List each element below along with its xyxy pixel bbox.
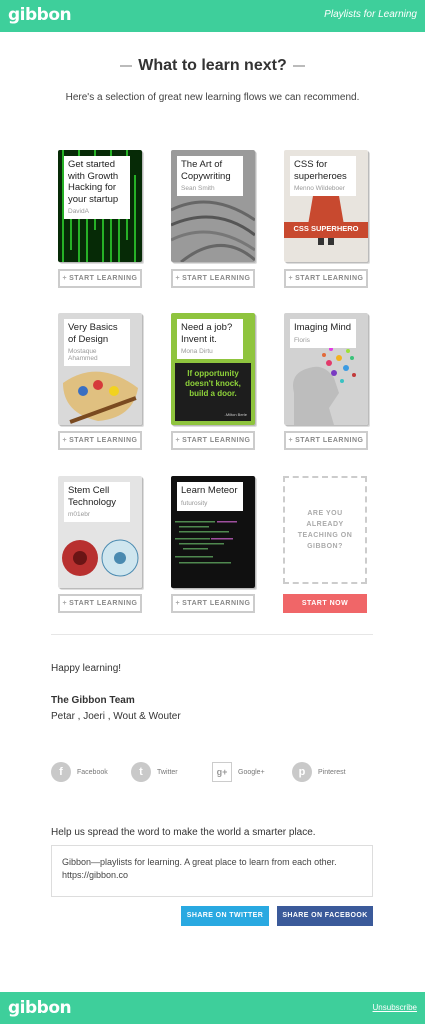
- card-image-quote-author: -Milton Berle: [224, 412, 247, 417]
- social-google-plus[interactable]: g+ Google+: [212, 762, 265, 782]
- card-basics-of-design[interactable]: Very Basics of Design Mostaque Ahammed: [58, 313, 142, 425]
- plus-icon: +: [175, 437, 181, 444]
- card-image-quote-text: If opportunity doesn't knock, build a do…: [185, 369, 241, 398]
- pinterest-icon: p: [292, 762, 312, 782]
- plus-icon: +: [175, 600, 181, 607]
- share-message-box[interactable]: Gibbon—playlists for learning. A great p…: [51, 845, 373, 897]
- start-learning-label: START LEARNING: [69, 275, 138, 282]
- card-learn-meteor[interactable]: Learn Meteor futurosity: [171, 476, 255, 588]
- team-name: The Gibbon Team: [51, 695, 135, 706]
- card-label: The Art of Copywriting Sean Smith: [177, 156, 243, 196]
- card-label: Imaging Mind Floris: [290, 319, 356, 348]
- card-author: m01ebr: [68, 511, 91, 518]
- card-imaging-mind[interactable]: Imaging Mind Floris: [284, 313, 368, 425]
- section-divider: [51, 634, 373, 635]
- card-label: Learn Meteor futurosity: [177, 482, 243, 511]
- page-title-text: What to learn next?: [138, 57, 287, 74]
- plus-icon: +: [62, 600, 68, 607]
- card-author: Menno Wildeboer: [294, 185, 345, 192]
- greeting: Happy learning!: [51, 663, 122, 674]
- card-growth-hacking[interactable]: Get started with Growth Hacking for your…: [58, 150, 142, 262]
- card-title: Need a job? Invent it.: [181, 322, 233, 345]
- start-learning-label: START LEARNING: [295, 275, 364, 282]
- gibbon-logo[interactable]: gibbon: [8, 998, 72, 1018]
- card-author: futurosity: [181, 499, 208, 507]
- card-title: Get started with Growth Hacking for your…: [68, 159, 119, 205]
- start-learning-button[interactable]: + START LEARNING: [58, 431, 142, 450]
- card-author: Mostaque Ahammed: [68, 348, 98, 362]
- share-on-twitter-button[interactable]: SHARE ON TWITTER: [181, 906, 269, 926]
- card-label: Very Basics of Design Mostaque Ahammed: [64, 319, 130, 366]
- start-learning-label: START LEARNING: [182, 275, 251, 282]
- social-label: Pinterest: [318, 768, 346, 776]
- start-learning-button[interactable]: + START LEARNING: [284, 431, 368, 450]
- start-learning-button[interactable]: + START LEARNING: [171, 269, 255, 288]
- card-title: Very Basics of Design: [68, 322, 118, 345]
- social-label: Google+: [238, 768, 265, 776]
- card-need-a-job[interactable]: If opportunity doesn't knock, build a do…: [171, 313, 255, 425]
- title-dash-left: [120, 64, 133, 67]
- teaching-cta-box: ARE YOU ALREADY TEACHING ON GIBBON?: [283, 476, 367, 584]
- start-now-button[interactable]: START NOW: [283, 594, 367, 613]
- start-learning-label: START LEARNING: [69, 437, 138, 444]
- footer-bar: gibbon Unsubscribe: [0, 992, 425, 1024]
- social-label: Twitter: [157, 768, 178, 776]
- twitter-icon: t: [131, 762, 151, 782]
- share-on-facebook-button[interactable]: SHARE ON FACEBOOK: [277, 906, 373, 926]
- card-label: Get started with Growth Hacking for your…: [64, 156, 130, 219]
- social-twitter[interactable]: t Twitter: [131, 762, 178, 782]
- plus-icon: +: [62, 437, 68, 444]
- unsubscribe-link[interactable]: Unsubscribe: [373, 1003, 417, 1012]
- page-title: What to learn next?: [0, 57, 425, 75]
- start-learning-button[interactable]: + START LEARNING: [58, 269, 142, 288]
- social-facebook[interactable]: f Facebook: [51, 762, 108, 782]
- card-label: CSS for superheroes Menno Wildeboer: [290, 156, 356, 196]
- start-learning-label: START LEARNING: [69, 600, 138, 607]
- card-author: DavidA: [68, 208, 89, 215]
- title-dash-right: [292, 64, 305, 67]
- card-image-caption: CSS SUPERHERO: [293, 224, 359, 233]
- teaching-cta-text: ARE YOU ALREADY TEACHING ON GIBBON?: [297, 510, 353, 550]
- card-css-superheroes[interactable]: CSS SUPERHERO CSS for superheroes Menno …: [284, 150, 368, 262]
- plus-icon: +: [288, 275, 294, 282]
- card-title: CSS for superheroes: [294, 159, 347, 182]
- gibbon-logo[interactable]: gibbon: [8, 5, 72, 25]
- card-author: Sean Smith: [181, 185, 215, 192]
- tagline: Playlists for Learning: [324, 9, 417, 20]
- social-label: Facebook: [77, 768, 108, 776]
- start-learning-button[interactable]: + START LEARNING: [58, 594, 142, 613]
- card-author: Floris: [294, 336, 310, 344]
- plus-icon: +: [62, 275, 68, 282]
- social-pinterest[interactable]: p Pinterest: [292, 762, 346, 782]
- card-copywriting[interactable]: The Art of Copywriting Sean Smith: [171, 150, 255, 262]
- start-learning-label: START LEARNING: [182, 437, 251, 444]
- team-members: Petar , Joeri , Wout & Wouter: [51, 711, 181, 722]
- facebook-icon: f: [51, 762, 71, 782]
- start-learning-button[interactable]: + START LEARNING: [171, 431, 255, 450]
- start-learning-button[interactable]: + START LEARNING: [171, 594, 255, 613]
- plus-icon: +: [175, 275, 181, 282]
- top-bar: gibbon Playlists for Learning: [0, 0, 425, 32]
- card-title: Learn Meteor: [181, 485, 238, 496]
- share-prompt: Help us spread the word to make the worl…: [51, 827, 316, 838]
- page-subtitle: Here's a selection of great new learning…: [65, 92, 360, 103]
- google-plus-icon: g+: [212, 762, 232, 782]
- card-stem-cell[interactable]: Stem Cell Technology m01ebr: [58, 476, 142, 588]
- plus-icon: +: [288, 437, 294, 444]
- card-author: Mona Dirtu: [181, 348, 213, 355]
- start-learning-button[interactable]: + START LEARNING: [284, 269, 368, 288]
- card-label: Need a job? Invent it. Mona Dirtu: [177, 319, 243, 359]
- card-title: Stem Cell Technology: [68, 485, 117, 508]
- card-title: The Art of Copywriting: [181, 159, 231, 182]
- card-title: Imaging Mind: [294, 322, 352, 333]
- start-learning-label: START LEARNING: [182, 600, 251, 607]
- card-label: Stem Cell Technology m01ebr: [64, 482, 130, 522]
- start-learning-label: START LEARNING: [295, 437, 364, 444]
